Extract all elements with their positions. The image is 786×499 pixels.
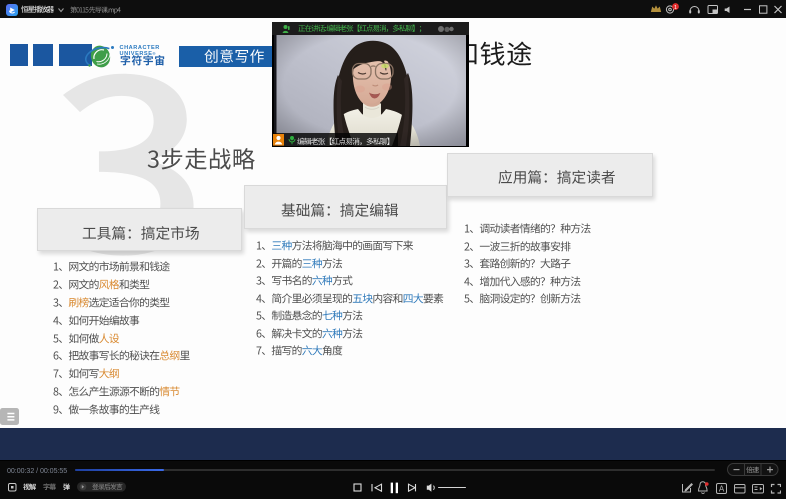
svg-text:1: 1 bbox=[674, 5, 677, 11]
svg-text:A: A bbox=[719, 485, 725, 494]
